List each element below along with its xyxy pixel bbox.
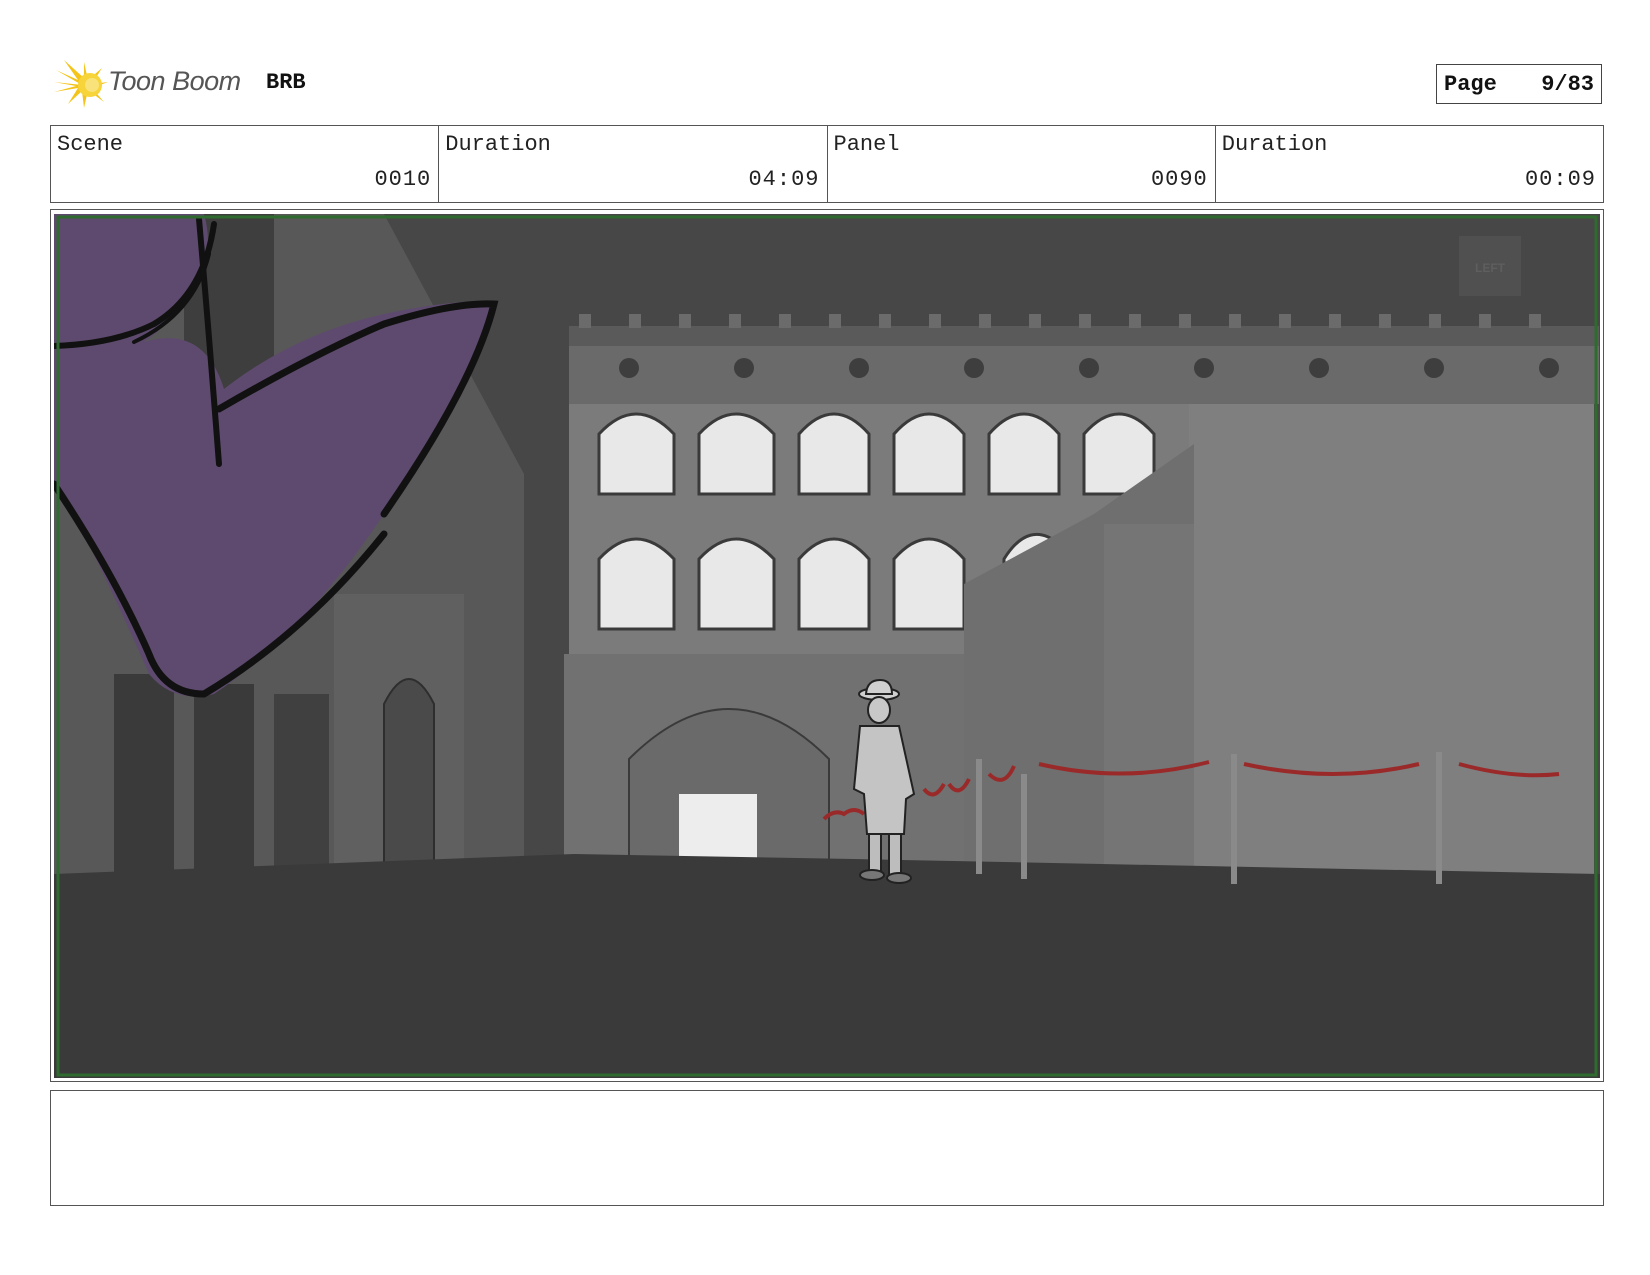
panel-cell: Panel 0090 <box>828 126 1216 202</box>
scene-cell: Scene 0010 <box>51 126 440 202</box>
logo-text: Toon Boom <box>108 66 241 96</box>
project-name: BRB <box>266 70 306 95</box>
right-facade <box>1184 374 1594 934</box>
scene-duration-cell: Duration 04:09 <box>439 126 828 202</box>
storyboard-panel: LEFT <box>50 209 1604 1082</box>
panel-notes[interactable] <box>50 1090 1604 1206</box>
scene-info-table: Scene 0010 Duration 04:09 Panel 0090 Dur… <box>50 125 1604 203</box>
panel-value: 0090 <box>1150 167 1208 192</box>
panel-duration-cell: Duration 00:09 <box>1216 126 1603 202</box>
panel-artwork: LEFT <box>54 214 1600 1078</box>
scene-label: Scene <box>57 132 124 157</box>
page-indicator: Page 9/83 <box>1436 64 1602 104</box>
scene-value: 0010 <box>374 167 432 192</box>
page-label: Page <box>1444 71 1497 97</box>
scene-duration-value: 04:09 <box>748 167 820 192</box>
lit-doorway <box>679 794 757 864</box>
scene-duration-label: Duration <box>445 132 551 157</box>
page-number: 9/83 <box>1541 71 1594 97</box>
ground <box>54 854 1600 1078</box>
panel-label: Panel <box>833 132 900 157</box>
panel-duration-value: 00:09 <box>1524 167 1596 192</box>
wall-sign-text: LEFT <box>1475 261 1506 275</box>
page-header: Toon Boom BRB <box>54 58 1604 112</box>
starburst-icon <box>54 60 108 108</box>
panel-duration-label: Duration <box>1221 132 1328 157</box>
